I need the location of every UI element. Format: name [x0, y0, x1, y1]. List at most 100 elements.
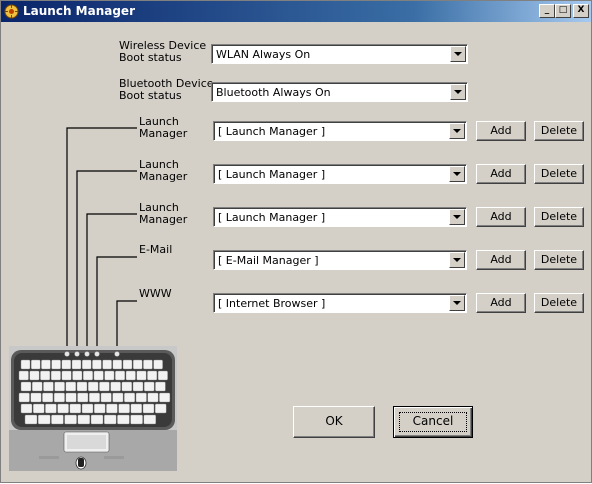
- leader-line-1: [66, 127, 137, 353]
- keyboard-key: [125, 370, 136, 381]
- keyboard-key: [50, 370, 61, 381]
- keyboard-key: [130, 403, 143, 414]
- keyboard-key: [81, 359, 92, 370]
- keyboard-key: [147, 370, 158, 381]
- row-select-value: [ Internet Browser ]: [218, 297, 326, 310]
- keyboard-key: [64, 414, 77, 425]
- chevron-down-icon[interactable]: [450, 84, 466, 100]
- keyboard-key: [124, 392, 136, 403]
- keyboard-key: [65, 381, 76, 392]
- keyboard-key: [20, 403, 33, 414]
- keyboard-key: [53, 392, 65, 403]
- keyboard-key: [100, 392, 112, 403]
- keyboard-key: [51, 414, 64, 425]
- keyboard-key: [99, 381, 110, 392]
- keyboard-key: [41, 359, 51, 370]
- delete-button-4[interactable]: Delete: [534, 250, 584, 270]
- keyboard-key: [61, 359, 71, 370]
- focus-indicator: [399, 412, 467, 432]
- keyboard-key: [143, 359, 153, 370]
- www-label: WWW: [139, 288, 172, 300]
- wireless-boot-status-select[interactable]: WLAN Always On: [211, 44, 468, 64]
- keyboard-key: [121, 381, 133, 392]
- chevron-down-icon[interactable]: [449, 252, 465, 268]
- wireless-label-line2: Boot status: [119, 51, 182, 64]
- row-select-value: [ Launch Manager ]: [218, 211, 326, 224]
- keyboard-key: [71, 359, 82, 370]
- keyboard-key: [32, 381, 43, 392]
- keyboard-key: [45, 403, 57, 414]
- keyboard-key: [77, 414, 91, 425]
- cancel-button[interactable]: Cancel: [393, 406, 473, 438]
- keyboard-key: [147, 392, 159, 403]
- keyboard-key: [20, 359, 31, 370]
- chevron-down-icon[interactable]: [450, 46, 466, 62]
- keyboard-key: [82, 370, 93, 381]
- bluetooth-label-line2: Boot status: [119, 89, 182, 102]
- launch-manager-label-3: Launch Manager: [139, 202, 187, 226]
- bluetooth-boot-status-select[interactable]: Bluetooth Always On: [211, 82, 468, 102]
- launch-manager-select-3[interactable]: [ Launch Manager ]: [213, 207, 467, 227]
- launch-manager-select-2[interactable]: [ Launch Manager ]: [213, 164, 467, 184]
- keyboard-key: [112, 392, 124, 403]
- add-button-3[interactable]: Add: [476, 207, 526, 227]
- bluetooth-device-label: Bluetooth Device Boot status: [119, 78, 214, 102]
- maximize-button[interactable]: □: [555, 4, 571, 18]
- bluetooth-select-value: Bluetooth Always On: [216, 86, 331, 99]
- keyboard-key: [132, 381, 144, 392]
- keyboard-key: [92, 359, 102, 370]
- keyboard-key: [61, 370, 72, 381]
- row-label-line2: Manager: [139, 170, 188, 183]
- chevron-down-icon[interactable]: [449, 209, 465, 225]
- keyboard-key: [88, 392, 100, 403]
- keyboard-key: [135, 392, 147, 403]
- row-select-value: [ Launch Manager ]: [218, 168, 326, 181]
- add-button-5[interactable]: Add: [476, 293, 526, 313]
- keyboard-key: [57, 403, 69, 414]
- keyboard-key: [81, 403, 94, 414]
- delete-button-1[interactable]: Delete: [534, 121, 584, 141]
- keyboard-key: [51, 359, 61, 370]
- keyboard-key: [136, 370, 147, 381]
- www-select[interactable]: [ Internet Browser ]: [213, 293, 467, 313]
- add-button-2[interactable]: Add: [476, 164, 526, 184]
- leader-line-2: [76, 170, 137, 353]
- keyboard-key: [117, 414, 130, 425]
- row-select-value: [ Launch Manager ]: [218, 125, 326, 138]
- keyboard-key: [31, 359, 41, 370]
- minimize-button[interactable]: _: [539, 4, 555, 18]
- keyboard-key: [106, 403, 118, 414]
- keyboard-key: [65, 392, 77, 403]
- leader-line-4: [96, 256, 137, 353]
- keyboard-key: [154, 403, 167, 414]
- row-label-line2: Manager: [139, 127, 188, 140]
- keyboard-key: [18, 392, 30, 403]
- keyboard-key: [38, 414, 51, 425]
- keyboard-key: [87, 381, 99, 392]
- delete-button-2[interactable]: Delete: [534, 164, 584, 184]
- launch-manager-window: Launch Manager _ □ X Wireless Device Boo…: [0, 0, 592, 483]
- keyboard-key: [155, 381, 166, 392]
- email-select[interactable]: [ E-Mail Manager ]: [213, 250, 467, 270]
- launch-manager-app-icon: [4, 4, 19, 19]
- delete-button-3[interactable]: Delete: [534, 207, 584, 227]
- chevron-down-icon[interactable]: [449, 123, 465, 139]
- add-button-1[interactable]: Add: [476, 121, 526, 141]
- keyboard-key: [40, 370, 51, 381]
- close-button[interactable]: X: [573, 4, 589, 18]
- ok-button[interactable]: OK: [293, 406, 375, 438]
- chevron-down-icon[interactable]: [449, 295, 465, 311]
- delete-button-5[interactable]: Delete: [534, 293, 584, 313]
- keyboard-key: [153, 359, 163, 370]
- title-bar[interactable]: Launch Manager _ □ X: [1, 1, 591, 22]
- keyboard-key: [143, 414, 157, 425]
- keyboard-key: [20, 381, 32, 392]
- keyboard-key: [132, 359, 143, 370]
- chevron-down-icon[interactable]: [449, 166, 465, 182]
- wireless-select-value: WLAN Always On: [216, 48, 311, 61]
- add-button-4[interactable]: Add: [476, 250, 526, 270]
- row-label-line2: Manager: [139, 213, 188, 226]
- keyboard-key: [30, 392, 42, 403]
- launch-manager-select-1[interactable]: [ Launch Manager ]: [213, 121, 467, 141]
- keyboard-key: [77, 392, 89, 403]
